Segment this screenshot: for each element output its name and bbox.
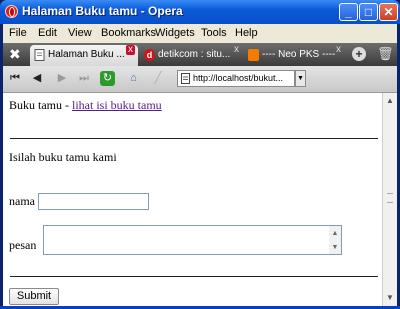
tools-icon[interactable]: ✖ [9,46,21,62]
tab-label: detikcom : situ... [158,49,231,60]
rewind-icon[interactable]: ⏮ [8,71,22,85]
menu-bookmarks[interactable]: Bookmarks [101,27,156,39]
reload-icon[interactable]: ↻ [100,71,115,86]
close-button[interactable]: ✕ [379,3,398,21]
browser-window: Halaman Buku tamu - Opera _ □ ✕ File Edi… [0,0,400,309]
menu-view[interactable]: View [68,27,92,39]
scroll-grip-icon[interactable] [387,193,393,203]
scroll-up-icon[interactable]: ▲ [386,96,394,105]
address-bar[interactable]: http://localhost/bukut... [177,70,295,87]
minimize-button[interactable]: _ [339,3,358,21]
textarea-scrollbar[interactable]: ▲ ▼ [329,226,341,254]
tab-close-icon[interactable]: x [234,45,239,55]
header-text: Buku tamu - [9,98,72,112]
view-guestbook-link[interactable]: lihat isi buku tamu [72,98,162,112]
divider-top [10,138,378,139]
nama-input[interactable] [38,193,149,210]
nama-label: nama [9,194,35,208]
page-icon [34,49,45,61]
tab-close-icon[interactable]: x [336,45,341,55]
scroll-down-icon[interactable]: ▼ [386,293,394,302]
edit-pen-icon[interactable]: ╱ [151,71,165,85]
fast-forward-icon[interactable]: ⏭ [77,71,91,85]
tab-label: Halaman Buku ... [48,49,125,60]
tab-neo-pks[interactable]: ---- Neo PKS ---- x [244,45,344,66]
title-bar: Halaman Buku tamu - Opera _ □ ✕ [0,0,400,24]
page-icon [181,73,190,84]
tab-detikcom[interactable]: d detikcom : situ... x [140,45,242,66]
menu-edit[interactable]: Edit [38,27,57,39]
menu-file[interactable]: File [9,27,27,39]
tab-close-icon[interactable]: x [126,45,135,55]
tab-halaman-buku[interactable]: Halaman Buku ... x [30,45,138,66]
menu-bar: File Edit View Bookmarks Widgets Tools H… [3,24,397,43]
detik-favicon-icon: d [144,49,155,61]
intro-text: Isilah buku tamu kami [9,150,117,164]
new-tab-icon[interactable]: + [352,47,366,61]
home-icon[interactable]: ⌂ [126,71,141,86]
pesan-textarea[interactable]: ▲ ▼ [43,225,342,255]
menu-tools[interactable]: Tools [201,27,227,39]
menu-widgets[interactable]: Widgets [155,27,195,39]
tab-label: ---- Neo PKS ---- [262,49,336,60]
menu-help[interactable]: Help [235,27,258,39]
maximize-button[interactable]: □ [359,3,378,21]
navigation-bar: ⏮ ◀ ▶ ⏭ ↻ ⌂ ╱ http://localhost/bukut... … [3,66,397,93]
header-line: Buku tamu - lihat isi buku tamu [9,98,162,113]
submit-button[interactable]: Submit [9,288,59,305]
forward-icon[interactable]: ▶ [55,71,69,85]
divider-bottom [10,276,378,277]
page-content: Buku tamu - lihat isi buku tamu Isilah b… [3,93,382,306]
window-title: Halaman Buku tamu - Opera [22,4,183,18]
address-url: http://localhost/bukut... [193,73,284,83]
address-dropdown-icon[interactable]: ▼ [295,70,306,87]
trash-icon[interactable]: 🗑 [377,46,394,62]
back-icon[interactable]: ◀ [30,71,44,85]
scroll-up-icon[interactable]: ▲ [329,226,341,240]
page-scrollbar[interactable]: ▲ ▼ [382,93,397,306]
tab-bar: ✖ Halaman Buku ... x d detikcom : situ..… [3,43,397,66]
blogger-favicon-icon [248,49,259,61]
pesan-label: pesan [9,238,37,252]
scroll-down-icon[interactable]: ▼ [329,240,341,254]
opera-logo-icon [5,5,18,18]
